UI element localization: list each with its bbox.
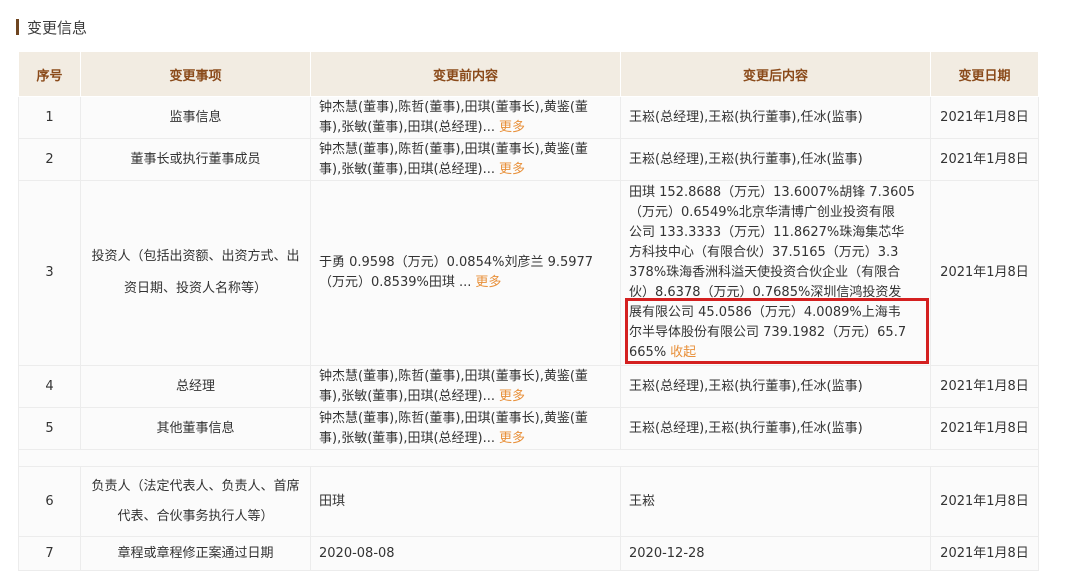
row-date: 2021年1月8日 bbox=[930, 365, 1039, 408]
row-no: 2 bbox=[18, 138, 81, 181]
investor-line: 展有限公司 45.0586（万元）4.0089%上海韦 bbox=[629, 305, 901, 320]
section-title-bar bbox=[16, 19, 19, 35]
before-line: 钟杰慧(董事),陈哲(董事),田琪(董事长),黄鉴(董 bbox=[319, 368, 588, 384]
header-after: 变更后内容 bbox=[620, 51, 931, 97]
investor-line: （万元）0.6549%北京华清博广创业投资有限 bbox=[629, 205, 895, 220]
more-link[interactable]: 更多 bbox=[475, 275, 501, 290]
table-row: 4 总经理 钟杰慧(董事),陈哲(董事),田琪(董事长),黄鉴(董 事),张敏(… bbox=[18, 365, 1039, 408]
row-no: 3 bbox=[18, 180, 81, 366]
gap-cell bbox=[18, 449, 1039, 467]
row-item: 总经理 bbox=[80, 365, 311, 408]
before-line: 事),张敏(董事),田琪(总经理)... bbox=[319, 161, 496, 177]
row-after: 王崧(总经理),王崧(执行董事),任冰(监事) bbox=[620, 407, 931, 450]
row-no: 4 bbox=[18, 365, 81, 408]
row-no: 7 bbox=[18, 536, 81, 571]
row-after: 王崧(总经理),王崧(执行董事),任冰(监事) bbox=[620, 138, 931, 181]
investor-list: 田琪 152.8688（万元）13.6007%胡锋 7.3605 （万元）0.6… bbox=[625, 183, 929, 364]
investor-line: 方科技中心（有限合伙）37.5165（万元）3.3 bbox=[629, 245, 899, 260]
header-date: 变更日期 bbox=[930, 51, 1039, 97]
row-date: 2021年1月8日 bbox=[930, 407, 1039, 450]
table-row: 1 监事信息 钟杰慧(董事),陈哲(董事),田琪(董事长),黄鉴(董 事),张敏… bbox=[18, 96, 1039, 139]
row-before: 钟杰慧(董事),陈哲(董事),田琪(董事长),黄鉴(董 事),张敏(董事),田琪… bbox=[310, 96, 621, 139]
row-after: 王崧(总经理),王崧(执行董事),任冰(监事) bbox=[620, 96, 931, 139]
item-line: 代表、合伙事务执行人等） bbox=[117, 508, 274, 524]
investor-line: 伙）8.6378（万元）0.7685%深圳信鸿投资发 bbox=[629, 285, 902, 300]
row-item: 监事信息 bbox=[80, 96, 311, 139]
row-date: 2021年1月8日 bbox=[930, 466, 1039, 537]
before-line: 于勇 0.9598（万元）0.0854%刘彦兰 9.5977 bbox=[319, 255, 594, 270]
change-info-table: 序号 变更事项 变更前内容 变更后内容 变更日期 1 监事信息 钟杰慧(董事),… bbox=[18, 51, 1039, 571]
row-date: 2021年1月8日 bbox=[930, 180, 1039, 366]
header-before: 变更前内容 bbox=[310, 51, 621, 97]
item-line: 投资人（包括出资额、出资方式、出 bbox=[91, 249, 300, 264]
row-no: 6 bbox=[18, 466, 81, 537]
row-no: 1 bbox=[18, 96, 81, 139]
before-line: 钟杰慧(董事),陈哲(董事),田琪(董事长),黄鉴(董 bbox=[319, 410, 588, 426]
header-no: 序号 bbox=[18, 51, 81, 97]
section-header: 变更信息 bbox=[16, 16, 87, 38]
before-line: 钟杰慧(董事),陈哲(董事),田琪(董事长),黄鉴(董 bbox=[319, 99, 588, 115]
row-after: 田琪 152.8688（万元）13.6007%胡锋 7.3605 （万元）0.6… bbox=[620, 180, 931, 366]
table-row: 7 章程或章程修正案通过日期 2020-08-08 2020-12-28 202… bbox=[18, 536, 1039, 571]
table-header-row: 序号 变更事项 变更前内容 变更后内容 变更日期 bbox=[18, 51, 1039, 97]
investor-line: 田琪 152.8688（万元）13.6007%胡锋 7.3605 bbox=[629, 185, 915, 200]
before-line: 事),张敏(董事),田琪(总经理)... bbox=[319, 119, 496, 135]
row-item: 董事长或执行董事成员 bbox=[80, 138, 311, 181]
more-link[interactable]: 更多 bbox=[499, 389, 525, 404]
section-title: 变更信息 bbox=[27, 18, 88, 37]
item-line: 负责人（法定代表人、负责人、首席 bbox=[91, 478, 300, 494]
table-gap bbox=[18, 449, 1039, 467]
row-item: 负责人（法定代表人、负责人、首席 代表、合伙事务执行人等） bbox=[80, 466, 311, 537]
row-date: 2021年1月8日 bbox=[930, 96, 1039, 139]
row-before: 钟杰慧(董事),陈哲(董事),田琪(董事长),黄鉴(董 事),张敏(董事),田琪… bbox=[310, 407, 621, 450]
before-line: 事),张敏(董事),田琪(总经理)... bbox=[319, 388, 496, 404]
row-after: 2020-12-28 bbox=[620, 536, 931, 571]
row-after: 王崧 bbox=[620, 466, 931, 537]
collapse-link[interactable]: 收起 bbox=[670, 345, 696, 360]
more-link[interactable]: 更多 bbox=[499, 120, 525, 135]
investor-line: 378%珠海香洲科溢天使投资合伙企业（有限合 bbox=[629, 265, 901, 280]
row-before: 钟杰慧(董事),陈哲(董事),田琪(董事长),黄鉴(董 事),张敏(董事),田琪… bbox=[310, 365, 621, 408]
row-no: 5 bbox=[18, 407, 81, 450]
table-row: 6 负责人（法定代表人、负责人、首席 代表、合伙事务执行人等） 田琪 王崧 20… bbox=[18, 466, 1039, 537]
row-before: 2020-08-08 bbox=[310, 536, 621, 571]
row-item: 章程或章程修正案通过日期 bbox=[80, 536, 311, 571]
more-link[interactable]: 更多 bbox=[499, 162, 525, 177]
before-line: （万元）0.8539%田琪 ... bbox=[319, 275, 472, 290]
row-date: 2021年1月8日 bbox=[930, 138, 1039, 181]
row-date: 2021年1月8日 bbox=[930, 536, 1039, 571]
row-before: 钟杰慧(董事),陈哲(董事),田琪(董事长),黄鉴(董 事),张敏(董事),田琪… bbox=[310, 138, 621, 181]
more-link[interactable]: 更多 bbox=[499, 431, 525, 446]
table-row: 3 投资人（包括出资额、出资方式、出 资日期、投资人名称等） 于勇 0.9598… bbox=[18, 180, 1039, 366]
row-after: 王崧(总经理),王崧(执行董事),任冰(监事) bbox=[620, 365, 931, 408]
row-before: 田琪 bbox=[310, 466, 621, 537]
table-row: 5 其他董事信息 钟杰慧(董事),陈哲(董事),田琪(董事长),黄鉴(董 事),… bbox=[18, 407, 1039, 450]
header-item: 变更事项 bbox=[80, 51, 311, 97]
investor-line: 尔半导体股份有限公司 739.1982（万元）65.7 bbox=[629, 325, 907, 340]
table-row: 2 董事长或执行董事成员 钟杰慧(董事),陈哲(董事),田琪(董事长),黄鉴(董… bbox=[18, 138, 1039, 181]
investor-line: 公司 133.3333（万元）11.8627%珠海集芯华 bbox=[629, 225, 905, 240]
row-item: 其他董事信息 bbox=[80, 407, 311, 450]
before-line: 钟杰慧(董事),陈哲(董事),田琪(董事长),黄鉴(董 bbox=[319, 141, 588, 157]
before-line: 事),张敏(董事),田琪(总经理)... bbox=[319, 430, 496, 446]
row-item: 投资人（包括出资额、出资方式、出 资日期、投资人名称等） bbox=[80, 180, 311, 366]
investor-line: 665% bbox=[629, 345, 667, 360]
row-before: 于勇 0.9598（万元）0.0854%刘彦兰 9.5977 （万元）0.853… bbox=[310, 180, 621, 366]
item-line: 资日期、投资人名称等） bbox=[123, 281, 267, 296]
